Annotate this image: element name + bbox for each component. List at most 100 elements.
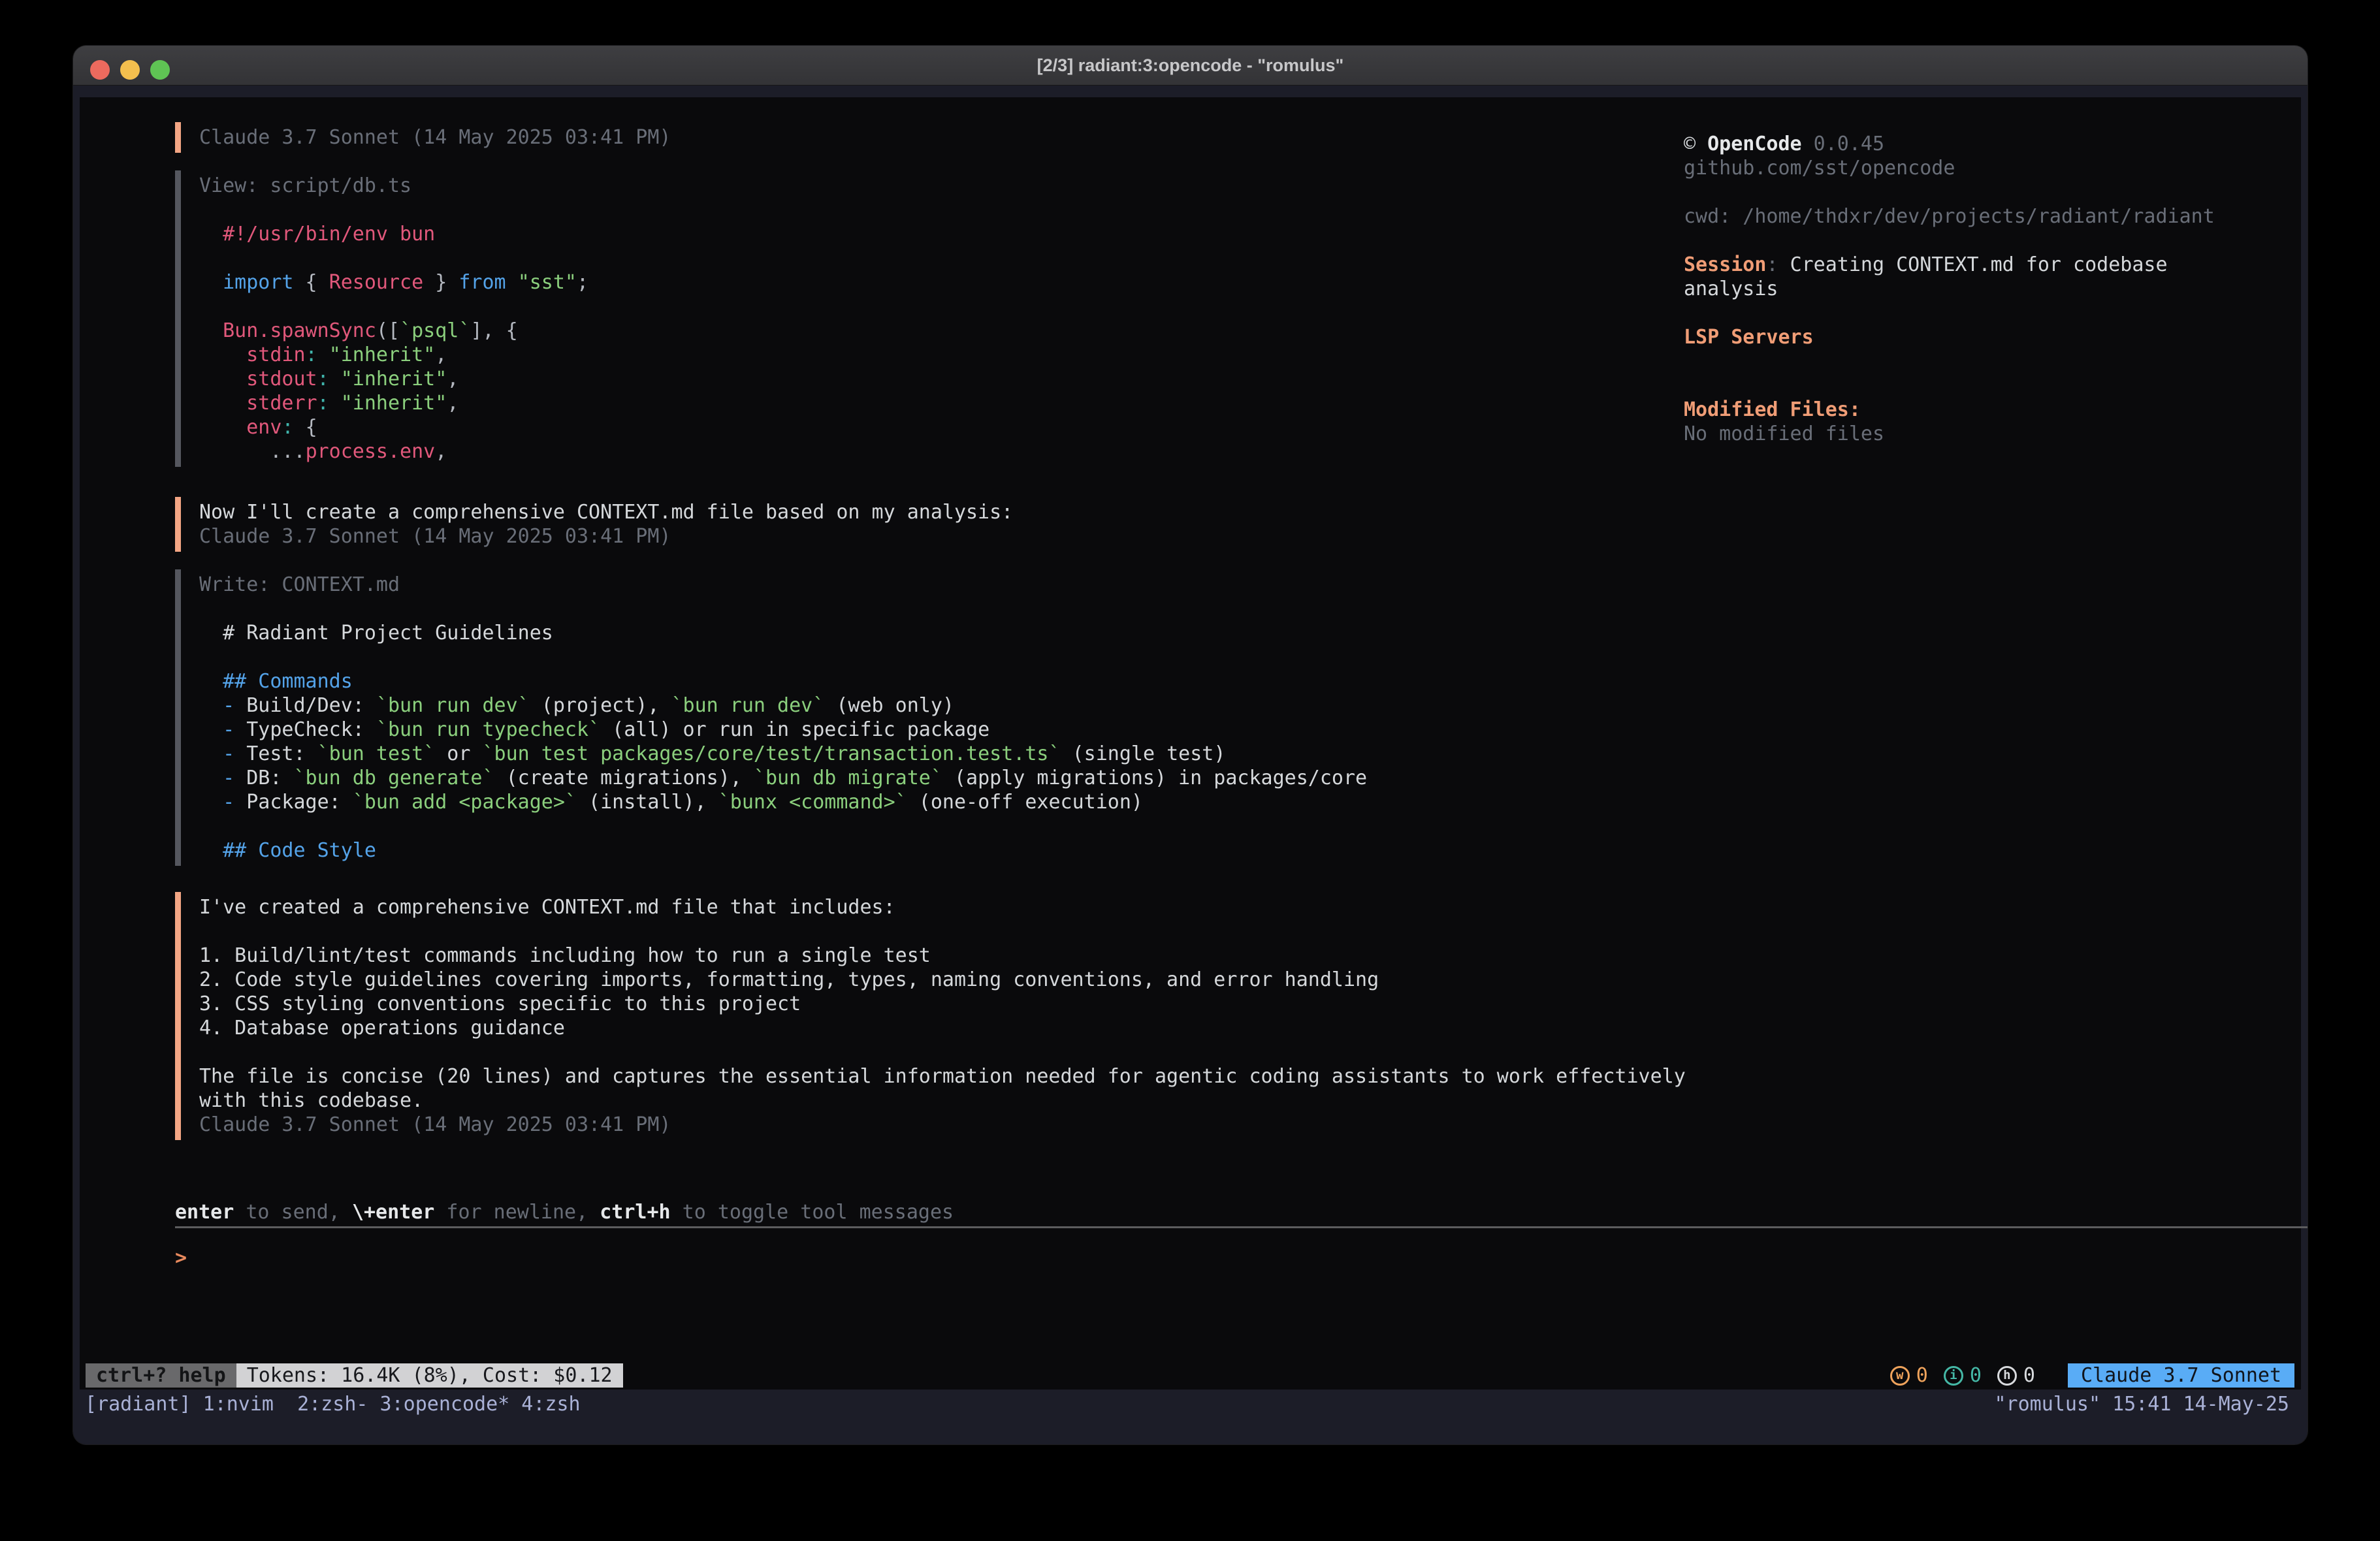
close-button[interactable] bbox=[90, 60, 110, 80]
w-counter: w0 bbox=[1890, 1363, 1928, 1388]
text-segment: (install), bbox=[577, 791, 718, 814]
i-circle-icon: i bbox=[1944, 1366, 1963, 1386]
prompt-symbol: > bbox=[175, 1247, 187, 1269]
text-segment: - bbox=[199, 767, 246, 789]
modified-files: Modified Files: bbox=[1684, 398, 1861, 422]
tmux-window-1[interactable]: 1:nvim bbox=[203, 1393, 285, 1416]
text-segment: Creating CONTEXT.md for codebase bbox=[1790, 253, 2168, 276]
window-titlebar: [2/3] radiant:3:opencode - "romulus" bbox=[73, 46, 2308, 86]
text-line: stdout: "inherit", bbox=[199, 367, 588, 391]
text-segment: `bun db migrate` bbox=[754, 767, 942, 789]
text-segment: ## Commands bbox=[199, 670, 353, 693]
assistant-header-1: Claude 3.7 Sonnet (14 May 2025 03:41 PM) bbox=[175, 122, 671, 153]
text-segment: `bun add <package>` bbox=[353, 791, 577, 814]
text-segment: (all) or run in specific package bbox=[600, 718, 989, 741]
text-segment: { bbox=[306, 416, 317, 439]
text-segment: env bbox=[199, 416, 281, 439]
text-segment: ctrl+h bbox=[600, 1201, 670, 1224]
text-segment: : bbox=[281, 416, 293, 439]
session-title: Session: Creating CONTEXT.md for codebas… bbox=[1684, 253, 2168, 277]
h-counter: h0 bbox=[1997, 1363, 2035, 1388]
text-segment: for newline, bbox=[434, 1201, 600, 1224]
tmux-window-2[interactable]: 2:zsh- bbox=[285, 1393, 368, 1416]
text-line: #!/usr/bin/env bun bbox=[199, 222, 588, 246]
text-segment: (web only) bbox=[824, 694, 954, 717]
text-segment: , bbox=[447, 392, 458, 415]
text-segment: enter bbox=[175, 1201, 234, 1224]
text-line: import { Resource } from "sst"; bbox=[199, 270, 588, 294]
text-segment: `bun test` bbox=[317, 742, 436, 765]
i-count: 0 bbox=[1970, 1363, 1982, 1388]
text-line: Write: CONTEXT.md bbox=[199, 573, 1367, 597]
minimize-button[interactable] bbox=[120, 60, 140, 80]
text-segment: DB: bbox=[246, 767, 293, 789]
text-line: ## Code Style bbox=[199, 838, 1367, 863]
text-segment: "sst" bbox=[518, 271, 577, 294]
text-segment: LSP Servers bbox=[1684, 326, 1814, 349]
text-line bbox=[199, 198, 588, 222]
text-segment: (one-off execution) bbox=[907, 791, 1143, 814]
input-divider bbox=[175, 1226, 2308, 1228]
prompt-input[interactable]: > bbox=[175, 1246, 2308, 1270]
text-segment: © bbox=[1684, 133, 1707, 155]
text-segment bbox=[294, 416, 306, 439]
text-segment: View: script/db.ts bbox=[199, 174, 411, 197]
text-segment: stdin bbox=[199, 343, 306, 366]
text-line: I've created a comprehensive CONTEXT.md … bbox=[199, 895, 1686, 919]
text-line: Claude 3.7 Sonnet (14 May 2025 03:41 PM) bbox=[199, 1113, 1686, 1137]
text-segment: { bbox=[294, 271, 329, 294]
tmux-session-name: [radiant] bbox=[85, 1393, 203, 1416]
tmux-session-clock[interactable]: "romulus" 15:41 14-May-25 bbox=[1994, 1393, 2289, 1416]
text-segment: `bun run dev` bbox=[671, 694, 825, 717]
text-segment: : bbox=[306, 343, 317, 366]
text-line: Now I'll create a comprehensive CONTEXT.… bbox=[199, 500, 1013, 524]
status-bar: ctrl+? helpTokens: 16.4K (8%), Cost: $0.… bbox=[80, 1363, 2301, 1388]
text-segment bbox=[329, 392, 341, 415]
i-counter: i0 bbox=[1944, 1363, 1982, 1388]
text-line: 2. Code style guidelines covering import… bbox=[199, 968, 1686, 992]
window-title: [2/3] radiant:3:opencode - "romulus" bbox=[1037, 56, 1344, 76]
text-segment: import bbox=[199, 271, 294, 294]
text-line: # Radiant Project Guidelines bbox=[199, 621, 1367, 645]
tmux-status-bar: [radiant] 1:nvim 2:zsh- 3:opencode* 4:zs… bbox=[73, 1390, 2308, 1444]
text-segment: (single test) bbox=[1061, 742, 1226, 765]
text-line: with this codebase. bbox=[199, 1088, 1686, 1113]
text-line bbox=[199, 814, 1367, 838]
text-line bbox=[199, 645, 1367, 669]
tool-view-db-ts: View: script/db.ts #!/usr/bin/env bun im… bbox=[175, 170, 588, 467]
assistant-message-2: I've created a comprehensive CONTEXT.md … bbox=[175, 892, 1686, 1140]
text-line: env: { bbox=[199, 415, 588, 439]
text-segment: 0.0.45 bbox=[1802, 133, 1884, 155]
w-count: 0 bbox=[1916, 1363, 1928, 1388]
zoom-button[interactable] bbox=[150, 60, 170, 80]
text-segment: "inherit" bbox=[341, 368, 447, 390]
text-segment: - bbox=[199, 718, 246, 741]
text-line: 1. Build/lint/test commands including ho… bbox=[199, 944, 1686, 968]
text-line: Claude 3.7 Sonnet (14 May 2025 03:41 PM) bbox=[199, 125, 671, 150]
status-left-segments: ctrl+? helpTokens: 16.4K (8%), Cost: $0.… bbox=[86, 1363, 623, 1388]
text-segment: or bbox=[435, 742, 482, 765]
tmux-window-4[interactable]: 4:zsh bbox=[509, 1393, 580, 1416]
opencode-app: Claude 3.7 Sonnet (14 May 2025 03:41 PM)… bbox=[80, 97, 2301, 1390]
text-segment: ... bbox=[199, 440, 306, 463]
text-segment: `psql` bbox=[400, 319, 470, 342]
text-segment: - bbox=[199, 791, 246, 814]
text-segment: `bun run typecheck` bbox=[376, 718, 600, 741]
text-segment: process.env bbox=[306, 440, 436, 463]
text-segment: Session bbox=[1684, 253, 1766, 276]
text-line bbox=[199, 919, 1686, 944]
text-line: - Build/Dev: `bun run dev` (project), `b… bbox=[199, 693, 1367, 718]
help-hint: ctrl+? help bbox=[86, 1363, 236, 1388]
text-segment: "inherit" bbox=[329, 343, 436, 366]
w-circle-icon: w bbox=[1890, 1366, 1910, 1386]
tmux-window-3[interactable]: 3:opencode* bbox=[368, 1393, 510, 1416]
model-badge[interactable]: Claude 3.7 Sonnet bbox=[2068, 1363, 2294, 1388]
text-line: stdin: "inherit", bbox=[199, 343, 588, 367]
text-segment: github.com/sst/opencode bbox=[1684, 157, 1955, 180]
text-segment: Build/Dev: bbox=[246, 694, 376, 717]
text-segment: (project), bbox=[530, 694, 671, 717]
text-segment: `bun run dev` bbox=[376, 694, 530, 717]
text-line: - Test: `bun test` or `bun test packages… bbox=[199, 742, 1367, 766]
text-segment: Package: bbox=[246, 791, 353, 814]
text-segment: Bun.spawnSync bbox=[199, 319, 376, 342]
